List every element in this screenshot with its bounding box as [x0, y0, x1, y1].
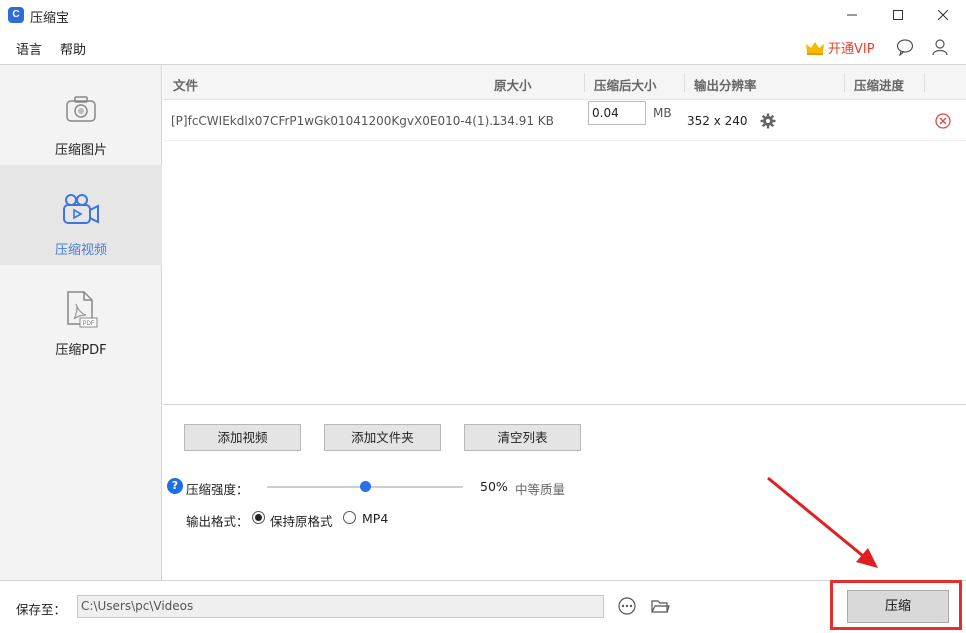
column-header-original-size: 原大小	[494, 78, 532, 93]
sidebar-item-compress-pdf[interactable]: PDF 压缩PDF	[0, 265, 162, 365]
minimize-button[interactable]	[829, 0, 875, 30]
window-title: 压缩宝	[30, 11, 70, 26]
original-size-cell: 134.91 KB	[492, 114, 554, 128]
sidebar: 压缩图片 压缩视频 PDF 压缩PDF	[0, 65, 162, 580]
maximize-icon	[893, 10, 903, 20]
column-divider	[584, 73, 585, 92]
more-options-icon[interactable]	[617, 596, 637, 616]
compress-button-highlight: 压缩	[830, 580, 962, 630]
footer-divider	[0, 580, 966, 581]
annotation-arrow-icon	[767, 476, 878, 568]
strength-percent: 50%	[480, 479, 508, 494]
pdf-file-icon: PDF	[61, 289, 101, 329]
compress-button[interactable]: 压缩	[847, 590, 949, 623]
folder-open-icon[interactable]	[650, 596, 670, 616]
user-icon	[932, 39, 948, 56]
clear-list-button[interactable]: 清空列表	[464, 424, 581, 451]
resolution-cell: 352 x 240	[687, 114, 748, 128]
crown-icon	[806, 41, 824, 55]
remove-icon[interactable]	[934, 112, 952, 130]
strength-slider-thumb[interactable]	[359, 481, 371, 492]
account-button[interactable]	[930, 37, 950, 57]
column-header-compressed-size: 压缩后大小	[594, 78, 657, 93]
menu-bar: 语言 帮助 开通VIP	[0, 30, 966, 64]
table-row[interactable]: [P]fcCWIEkdlx07CFrP1wGk01041200KgvX0E010…	[163, 100, 966, 141]
file-table-header: 文件 原大小 压缩后大小 输出分辨率 压缩进度	[163, 65, 966, 100]
column-header-file: 文件	[173, 78, 199, 93]
format-keep-original-radio[interactable]	[252, 511, 265, 524]
maximize-button[interactable]	[875, 0, 921, 30]
chat-bubble-icon	[896, 39, 914, 56]
video-camera-icon	[61, 189, 101, 229]
sidebar-item-label: 压缩视频	[54, 243, 107, 258]
menu-language[interactable]: 语言	[16, 39, 42, 58]
add-video-button[interactable]: 添加视频	[184, 424, 301, 451]
column-divider	[844, 73, 845, 92]
column-divider	[684, 73, 685, 92]
file-name-cell: [P]fcCWIEkdlx07CFrP1wGk01041200KgvX0E010…	[171, 114, 501, 128]
help-icon[interactable]: ?	[167, 478, 183, 494]
format-label: 输出格式：	[186, 514, 249, 529]
sidebar-item-label: 压缩图片	[54, 143, 107, 158]
column-header-progress: 压缩进度	[854, 78, 905, 93]
size-unit-label: MB	[653, 106, 672, 120]
list-divider	[163, 404, 966, 405]
menu-help[interactable]: 帮助	[60, 39, 86, 58]
minimize-icon	[847, 14, 857, 16]
title-bar: C 压缩宝	[0, 0, 966, 30]
gear-icon[interactable]	[760, 113, 776, 129]
save-to-label: 保存至：	[16, 602, 67, 617]
sidebar-item-compress-video[interactable]: 压缩视频	[0, 165, 162, 265]
vip-label: 开通VIP	[828, 42, 875, 57]
close-button[interactable]	[920, 0, 966, 30]
target-size-input[interactable]: 0.04	[588, 101, 646, 125]
strength-label: 压缩强度：	[186, 482, 249, 497]
svg-text:PDF: PDF	[83, 321, 95, 327]
format-mp4-radio[interactable]	[343, 511, 356, 524]
sidebar-item-compress-image[interactable]: 压缩图片	[0, 65, 162, 165]
camera-icon	[61, 89, 101, 129]
add-folder-button[interactable]: 添加文件夹	[324, 424, 441, 451]
format-option-label[interactable]: MP4	[362, 511, 388, 526]
column-header-resolution: 输出分辨率	[694, 78, 757, 93]
sidebar-item-label: 压缩PDF	[55, 343, 107, 358]
quality-label: 中等质量	[515, 482, 566, 497]
column-divider	[924, 73, 925, 92]
vip-button[interactable]: 开通VIP	[805, 38, 875, 57]
format-option-label[interactable]: 保持原格式	[270, 511, 333, 530]
save-path-field[interactable]: C:\Users\pc\Videos	[77, 595, 604, 618]
app-logo-icon: C	[8, 7, 24, 23]
feedback-button[interactable]	[895, 37, 915, 57]
close-icon	[938, 10, 948, 20]
